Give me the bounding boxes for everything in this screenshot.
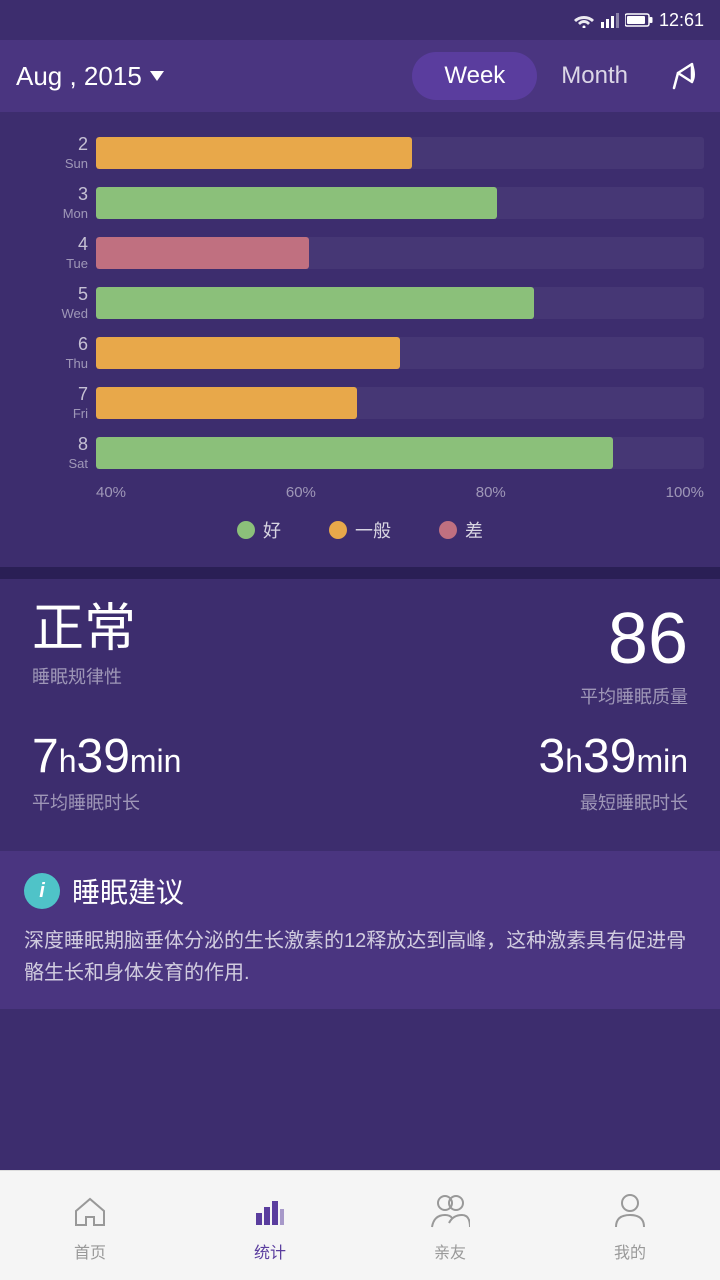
dropdown-arrow-icon[interactable] — [150, 71, 164, 81]
nav-item-stats[interactable]: 统计 — [180, 1189, 360, 1263]
chart-legend: 好 一般 差 — [16, 517, 704, 551]
day-num-5: 5 — [16, 284, 88, 306]
stat-quality-label: 平均睡眠质量 — [368, 683, 688, 709]
nav-label-stats: 统计 — [254, 1239, 286, 1263]
bar-wed — [96, 287, 534, 319]
day-num-8: 8 — [16, 434, 88, 456]
stat-min-duration: 3h39min 最短睡眠时长 — [368, 733, 688, 815]
legend-label-average: 一般 — [355, 517, 391, 543]
chart-row-tue: 4 Tue — [96, 232, 704, 274]
legend-dot-average — [329, 521, 347, 539]
bar-fri — [96, 387, 357, 419]
tab-week[interactable]: Week — [412, 52, 537, 100]
legend-dot-poor — [439, 521, 457, 539]
stat-avg-duration-label: 平均睡眠时长 — [32, 789, 352, 815]
x-label-80: 80% — [476, 484, 506, 501]
day-name-thu: Thu — [16, 356, 88, 372]
x-axis: 40% 60% 80% 100% — [96, 484, 704, 501]
tab-group: Week Month — [412, 52, 652, 100]
legend-label-good: 好 — [263, 517, 281, 543]
day-name-sun: Sun — [16, 156, 88, 172]
battery-icon — [625, 12, 653, 28]
stat-min-duration-label: 最短睡眠时长 — [368, 789, 688, 815]
advice-header: i 睡眠建议 — [24, 871, 696, 911]
chart-row-sun: 2 Sun — [96, 132, 704, 174]
chart-container: 2 Sun 3 Mon 4 Tue — [16, 132, 704, 501]
stat-avg-duration-value: 7h39min — [32, 733, 352, 781]
stat-quality-value: 86 — [368, 603, 688, 675]
advice-section: i 睡眠建议 深度睡眠期脑垂体分泌的生长激素的12释放达到高峰，这种激素具有促进… — [0, 851, 720, 1009]
stats-grid: 正常 睡眠规律性 86 平均睡眠质量 7h39min 平均睡眠时长 3h39mi… — [32, 603, 688, 815]
legend-dot-good — [237, 521, 255, 539]
signal-icon — [601, 12, 619, 28]
stat-avg-duration: 7h39min 平均睡眠时长 — [32, 733, 352, 815]
nav-item-friends[interactable]: 亲友 — [360, 1189, 540, 1263]
status-bar: 12:61 — [0, 0, 720, 40]
day-num-4: 4 — [16, 234, 88, 256]
day-name-wed: Wed — [16, 306, 88, 322]
chart-row-sat: 8 Sat — [96, 432, 704, 474]
stat-regularity-value: 正常 — [32, 603, 352, 655]
legend-poor: 差 — [439, 517, 483, 543]
tab-month[interactable]: Month — [537, 52, 652, 100]
bar-mon — [96, 187, 497, 219]
chart-row-mon: 3 Mon — [96, 182, 704, 224]
bar-sun — [96, 137, 412, 169]
nav-label-friends: 亲友 — [434, 1239, 466, 1263]
profile-icon — [608, 1189, 652, 1233]
bottom-nav: 首页 统计 亲友 — [0, 1170, 720, 1280]
day-name-mon: Mon — [16, 206, 88, 222]
x-label-60: 60% — [286, 484, 316, 501]
advice-title: 睡眠建议 — [72, 871, 184, 911]
nav-item-home[interactable]: 首页 — [0, 1189, 180, 1263]
stats-section: 正常 睡眠规律性 86 平均睡眠质量 7h39min 平均睡眠时长 3h39mi… — [0, 579, 720, 839]
legend-good: 好 — [237, 517, 281, 543]
x-label-40: 40% — [96, 484, 126, 501]
header: Aug , 2015 Week Month — [0, 40, 720, 112]
stat-regularity-label: 睡眠规律性 — [32, 663, 352, 689]
legend-label-poor: 差 — [465, 517, 483, 543]
stat-regularity: 正常 睡眠规律性 — [32, 603, 352, 709]
chart-rows: 2 Sun 3 Mon 4 Tue — [96, 132, 704, 474]
nav-label-profile: 我的 — [614, 1239, 646, 1263]
wifi-icon — [573, 12, 595, 28]
date-selector[interactable]: Aug , 2015 — [16, 61, 400, 92]
chart-row-wed: 5 Wed — [96, 282, 704, 324]
stat-quality: 86 平均睡眠质量 — [368, 603, 688, 709]
section-divider — [0, 567, 720, 579]
share-button[interactable] — [664, 56, 704, 96]
legend-average: 一般 — [329, 517, 391, 543]
day-num-2: 2 — [16, 134, 88, 156]
time-display: 12:61 — [659, 10, 704, 31]
nav-label-home: 首页 — [74, 1239, 106, 1263]
chart-row-fri: 7 Fri — [96, 382, 704, 424]
date-text: Aug , 2015 — [16, 61, 142, 92]
chart-icon — [248, 1189, 292, 1233]
day-name-tue: Tue — [16, 256, 88, 272]
bar-sat — [96, 437, 613, 469]
home-icon — [68, 1189, 112, 1233]
friends-icon — [428, 1189, 472, 1233]
day-num-7: 7 — [16, 384, 88, 406]
bar-thu — [96, 337, 400, 369]
advice-text: 深度睡眠期脑垂体分泌的生长激素的12释放达到高峰，这种激素具有促进骨骼生长和身体… — [24, 925, 696, 989]
day-name-sat: Sat — [16, 456, 88, 472]
chart-section: 2 Sun 3 Mon 4 Tue — [0, 112, 720, 567]
day-name-fri: Fri — [16, 406, 88, 422]
x-label-100: 100% — [666, 484, 704, 501]
day-num-3: 3 — [16, 184, 88, 206]
bar-tue — [96, 237, 309, 269]
status-icons: 12:61 — [573, 10, 704, 31]
day-num-6: 6 — [16, 334, 88, 356]
info-icon: i — [24, 873, 60, 909]
chart-row-thu: 6 Thu — [96, 332, 704, 374]
nav-item-profile[interactable]: 我的 — [540, 1189, 720, 1263]
stat-min-duration-value: 3h39min — [368, 733, 688, 781]
